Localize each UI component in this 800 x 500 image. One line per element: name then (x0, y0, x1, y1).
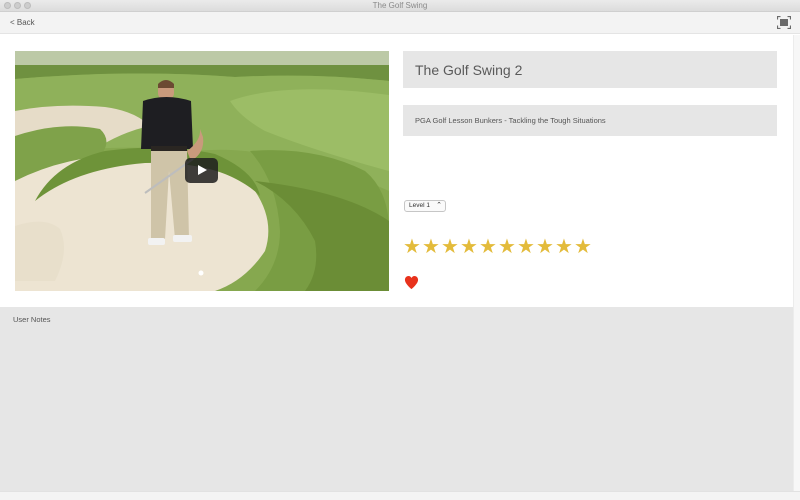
chevron-updown-icon: ⌃ (436, 202, 442, 209)
star-icon[interactable]: ★ (555, 235, 573, 257)
star-icon[interactable]: ★ (479, 235, 497, 257)
rating-stars[interactable]: ★ ★ ★ ★ ★ ★ ★ ★ ★ ★ (403, 235, 592, 257)
star-icon[interactable]: ★ (574, 235, 592, 257)
window-title: The Golf Swing (372, 1, 428, 10)
star-icon[interactable]: ★ (422, 235, 440, 257)
back-button[interactable]: < Back (10, 18, 35, 27)
star-icon[interactable]: ★ (441, 235, 459, 257)
lesson-subtitle: PGA Golf Lesson Bunkers - Tackling the T… (403, 105, 777, 136)
lesson-content: The Golf Swing 2 PGA Golf Lesson Bunkers… (0, 35, 793, 307)
lesson-title: The Golf Swing 2 (403, 51, 777, 88)
window-titlebar: The Golf Swing (0, 0, 800, 12)
user-notes-panel[interactable]: User Notes (0, 307, 793, 491)
star-icon[interactable]: ★ (460, 235, 478, 257)
play-icon[interactable] (185, 158, 218, 183)
toolbar: < Back (0, 12, 800, 34)
heart-icon[interactable] (404, 275, 419, 290)
star-icon[interactable]: ★ (536, 235, 554, 257)
star-icon[interactable]: ★ (498, 235, 516, 257)
level-select-value: Level 1 (409, 202, 430, 209)
video-player[interactable] (15, 51, 389, 291)
star-icon[interactable]: ★ (403, 235, 421, 257)
star-icon[interactable]: ★ (517, 235, 535, 257)
scrollbar[interactable] (793, 35, 800, 491)
level-select[interactable]: Level 1 ⌃ (404, 200, 446, 212)
user-notes-label: User Notes (13, 315, 51, 324)
fullscreen-icon[interactable] (777, 16, 791, 29)
bottom-bar (0, 491, 800, 500)
